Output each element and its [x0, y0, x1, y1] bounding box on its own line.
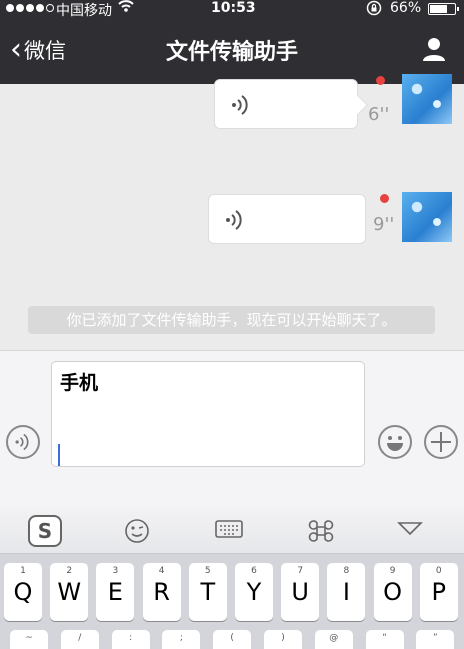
key-sub-label: ; [179, 633, 183, 643]
key-main-label: R [153, 578, 170, 606]
key-sub-label: 4 [158, 566, 165, 576]
top-bar: 中国移动 10:53 66% ‹ 微信 文件传输助手 [0, 0, 464, 84]
input-bar: 手机 [0, 350, 464, 506]
key-sub-label: 1 [20, 566, 26, 576]
key-sub-label: ) [281, 633, 285, 643]
key-o[interactable]: 9O [373, 563, 412, 621]
key-main-label: T [200, 578, 216, 606]
text-caret [58, 444, 60, 466]
key-i[interactable]: 8I [327, 563, 366, 621]
avatar[interactable] [402, 74, 452, 124]
key-row2[interactable]: “ [365, 630, 404, 649]
battery-icon [428, 3, 459, 15]
plus-icon[interactable] [424, 425, 458, 459]
keyboard: S 1Q2W3E4R5T6Y7U8I9O0P ~ /:;() @ “” [0, 506, 464, 649]
key-main-label: Y [246, 578, 262, 606]
key-main-label: E [107, 578, 123, 606]
key-sub-label: / [78, 633, 82, 643]
key-e[interactable]: 3E [96, 563, 135, 621]
key-row2[interactable]: ) [264, 630, 302, 649]
key-sub-label: : [129, 633, 133, 643]
key-t[interactable]: 5T [188, 563, 227, 621]
voice-message-bubble[interactable] [208, 194, 366, 244]
sogou-logo-icon[interactable]: S [28, 515, 62, 547]
key-q[interactable]: 1Q [4, 563, 42, 621]
key-p[interactable]: 0P [419, 563, 458, 621]
keyboard-toolbar: S [0, 506, 464, 554]
key-row2[interactable]: ( [213, 630, 252, 649]
key-main-label: I [342, 578, 350, 606]
key-main-label: P [431, 578, 447, 606]
key-y[interactable]: 6Y [235, 563, 273, 621]
voice-message-bubble[interactable] [214, 79, 368, 129]
keyboard-icon[interactable] [215, 518, 245, 544]
key-row2[interactable]: ~ [10, 630, 48, 649]
key-sub-label: @ [329, 633, 339, 643]
signal-dots-icon [6, 4, 54, 12]
key-row2[interactable]: / [60, 630, 99, 649]
key-u[interactable]: 7U [281, 563, 320, 621]
key-main-label: U [291, 578, 309, 606]
voice-wave-icon [223, 207, 247, 233]
key-sub-label: 3 [112, 566, 119, 576]
battery-percent: 66% [390, 0, 422, 16]
collapse-icon[interactable] [397, 518, 427, 544]
key-row2[interactable]: : [111, 630, 150, 649]
status-bar: 中国移动 10:53 66% [0, 0, 464, 20]
key-sub-label: “ [382, 633, 387, 643]
key-w[interactable]: 2W [50, 563, 89, 621]
key-sub-label: ( [230, 633, 234, 643]
key-sub-label: 9 [389, 566, 396, 576]
carrier-label: 中国移动 [56, 3, 112, 19]
key-sub-label: 8 [343, 566, 350, 576]
key-row2[interactable]: ” [416, 630, 455, 649]
command-icon[interactable] [308, 518, 338, 544]
message-input[interactable]: 手机 [51, 361, 365, 467]
key-row2[interactable]: @ [314, 630, 353, 649]
emoji-icon[interactable] [378, 425, 412, 459]
key-main-label: W [57, 578, 82, 606]
voice-duration: 9'' [373, 214, 395, 235]
key-sub-label: ~ [25, 633, 33, 643]
key-sub-label: 7 [297, 566, 304, 576]
wifi-icon [118, 0, 134, 17]
unread-dot [376, 76, 385, 85]
avatar[interactable] [402, 192, 452, 242]
page-title: 文件传输助手 [165, 40, 298, 65]
status-time: 10:53 [211, 0, 256, 16]
key-main-label: O [383, 578, 403, 606]
voice-icon[interactable] [6, 425, 40, 459]
key-sub-label: 5 [204, 566, 211, 576]
unread-dot [380, 194, 389, 203]
message-input-value: 手机 [60, 372, 99, 394]
rotation-lock-icon [366, 0, 382, 20]
key-sub-label: 2 [66, 566, 73, 576]
emoji-wink-icon[interactable] [124, 518, 154, 544]
key-sub-label: ” [433, 633, 438, 643]
system-message: 你已添加了文件传输助手，现在可以开始聊天了。 [28, 306, 435, 334]
key-r[interactable]: 4R [142, 563, 181, 621]
nav-bar: ‹ 微信 文件传输助手 [0, 26, 464, 74]
person-icon[interactable] [420, 35, 448, 63]
key-sub-label: 0 [435, 566, 442, 576]
key-main-label: Q [13, 578, 33, 606]
voice-duration: 6'' [368, 104, 390, 125]
key-sub-label: 6 [251, 566, 257, 576]
voice-wave-icon [229, 92, 253, 118]
key-row2[interactable]: ; [162, 630, 201, 649]
svg-text:S: S [38, 519, 52, 543]
